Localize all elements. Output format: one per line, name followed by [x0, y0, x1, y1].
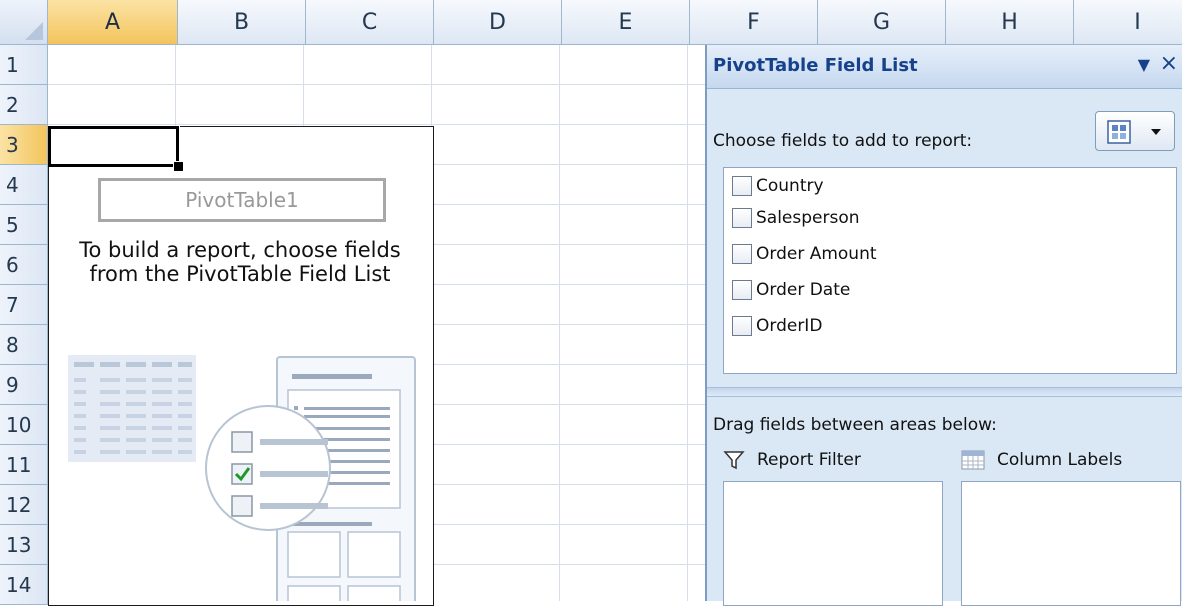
field-item-order-amount[interactable]: Order Amount: [732, 240, 877, 268]
column-header-i[interactable]: I: [1074, 0, 1182, 45]
corner-triangle: [25, 22, 43, 40]
pane-title: PivotTable Field List: [713, 55, 918, 76]
field-item-salesperson[interactable]: Salesperson: [732, 204, 860, 232]
column-labels-label: Column Labels: [997, 450, 1123, 470]
field-label: Salesperson: [756, 208, 860, 228]
field-item-country[interactable]: Country: [732, 172, 824, 200]
select-all-corner[interactable]: [0, 0, 48, 45]
column-header-b[interactable]: B: [178, 0, 306, 45]
row-headers: 1 2 3 4 5 6 7 8 9 10 11 12 13 14: [0, 45, 48, 605]
table-grid-icon: [961, 450, 985, 470]
column-header-h[interactable]: H: [946, 0, 1074, 45]
field-list-box: Country Salesperson Order Amount Order D…: [723, 167, 1177, 374]
column-labels-drop-area[interactable]: [961, 481, 1181, 606]
row-header-2[interactable]: 2: [0, 85, 48, 125]
checkbox[interactable]: [732, 244, 752, 264]
column-header-f[interactable]: F: [690, 0, 818, 45]
column-header-d[interactable]: D: [434, 0, 562, 45]
row-header-10[interactable]: 10: [0, 405, 48, 445]
column-header-g[interactable]: G: [818, 0, 946, 45]
report-filter-drop-area[interactable]: [723, 481, 943, 606]
fill-handle[interactable]: [173, 161, 184, 172]
filter-icon: [723, 451, 745, 470]
column-headers: A B C D E F G H I: [48, 0, 1182, 45]
pane-splitter[interactable]: [707, 387, 1182, 397]
choose-fields-label: Choose fields to add to report:: [713, 131, 973, 151]
close-icon[interactable]: ×: [1160, 51, 1178, 76]
field-label: Country: [756, 176, 824, 196]
pivot-illustration-icon: [68, 355, 416, 601]
report-filter-header: Report Filter: [723, 449, 861, 471]
field-label: Order Amount: [756, 244, 877, 264]
column-header-a[interactable]: A: [48, 0, 178, 45]
row-header-14[interactable]: 14: [0, 565, 48, 605]
checkbox[interactable]: [732, 176, 752, 196]
column-header-e[interactable]: E: [562, 0, 690, 45]
column-header-c[interactable]: C: [306, 0, 434, 45]
row-header-6[interactable]: 6: [0, 245, 48, 285]
row-header-1[interactable]: 1: [0, 45, 48, 85]
row-header-11[interactable]: 11: [0, 445, 48, 485]
row-header-4[interactable]: 4: [0, 165, 48, 205]
row-header-7[interactable]: 7: [0, 285, 48, 325]
row-header-13[interactable]: 13: [0, 525, 48, 565]
report-filter-label: Report Filter: [757, 450, 861, 470]
checkbox[interactable]: [732, 280, 752, 300]
pivot-table-name: PivotTable1: [98, 178, 386, 222]
checkbox[interactable]: [732, 316, 752, 336]
row-header-9[interactable]: 9: [0, 365, 48, 405]
field-item-order-date[interactable]: Order Date: [732, 276, 850, 304]
pivot-instructions: To build a report, choose fields from th…: [79, 238, 401, 286]
pane-menu-dropdown-icon[interactable]: ▼: [1138, 55, 1150, 74]
pivot-field-list-pane: PivotTable Field List ▼ × Choose fields …: [705, 45, 1182, 606]
field-label: Order Date: [756, 280, 851, 300]
active-cell-a3[interactable]: [48, 126, 179, 167]
row-header-5[interactable]: 5: [0, 205, 48, 245]
drag-fields-label: Drag fields between areas below:: [713, 415, 997, 435]
column-labels-header: Column Labels: [961, 449, 1122, 471]
row-header-8[interactable]: 8: [0, 325, 48, 365]
field-layout-button[interactable]: [1095, 111, 1175, 151]
row-header-12[interactable]: 12: [0, 485, 48, 525]
row-header-3[interactable]: 3: [0, 125, 48, 165]
pivot-table-border: [180, 126, 434, 127]
field-item-orderid[interactable]: OrderID: [732, 312, 822, 340]
pane-title-bar[interactable]: PivotTable Field List ▼ ×: [707, 45, 1182, 89]
checkbox[interactable]: [732, 208, 752, 228]
field-layout-icon: [1107, 120, 1161, 144]
field-label: OrderID: [756, 316, 823, 336]
